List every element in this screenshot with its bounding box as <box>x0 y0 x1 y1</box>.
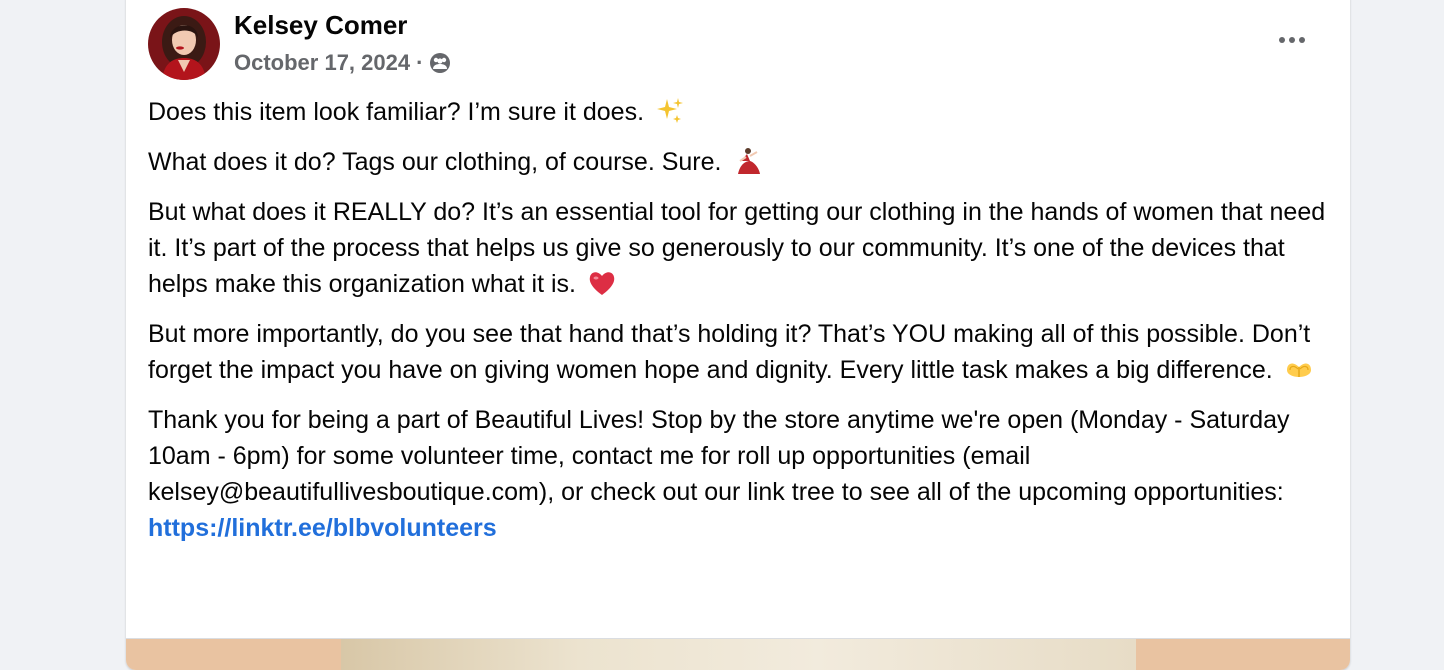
avatar-image <box>148 8 220 80</box>
post-body: Does this item look familiar? I’m sure i… <box>148 94 1328 546</box>
post-meta: October 17, 2024 · <box>234 50 451 76</box>
post-image[interactable] <box>126 638 1350 670</box>
more-options-button[interactable] <box>1270 24 1314 56</box>
group-audience-icon[interactable] <box>429 52 451 74</box>
author-avatar[interactable] <box>148 8 220 80</box>
more-options-icon <box>1279 37 1285 43</box>
post-date[interactable]: October 17, 2024 <box>234 50 410 76</box>
post-paragraph-1: Does this item look familiar? I’m sure i… <box>148 94 1328 130</box>
heart-hands-emoji-icon <box>1286 363 1311 377</box>
meta-separator: · <box>416 50 424 75</box>
post-card: Kelsey Comer October 17, 2024 · Does thi… <box>126 0 1350 670</box>
dancer-emoji-icon <box>738 148 761 174</box>
post-paragraph-text: Does this item look familiar? I’m sure i… <box>148 98 645 126</box>
linktree-link[interactable]: https://linktr.ee/blbvolunteers <box>148 510 1328 546</box>
author-name[interactable]: Kelsey Comer <box>234 10 407 41</box>
post-paragraph-2: What does it do? Tags our clothing, of c… <box>148 144 1328 180</box>
post-paragraph-4: But more importantly, do you see that ha… <box>148 316 1328 388</box>
post-paragraph-text: But more importantly, do you see that ha… <box>148 320 1311 384</box>
post-paragraph-3: But what does it REALLY do? It’s an esse… <box>148 194 1328 302</box>
sparkles-emoji-icon <box>656 98 683 123</box>
post-paragraph-5: Thank you for being a part of Beautiful … <box>148 402 1328 546</box>
red-heart-emoji-icon <box>589 272 615 295</box>
post-paragraph-text: Thank you for being a part of Beautiful … <box>148 406 1290 506</box>
post-image-content <box>341 639 1136 670</box>
post-paragraph-text: What does it do? Tags our clothing, of c… <box>148 148 722 176</box>
post-paragraph-text: But what does it REALLY do? It’s an esse… <box>148 198 1326 298</box>
